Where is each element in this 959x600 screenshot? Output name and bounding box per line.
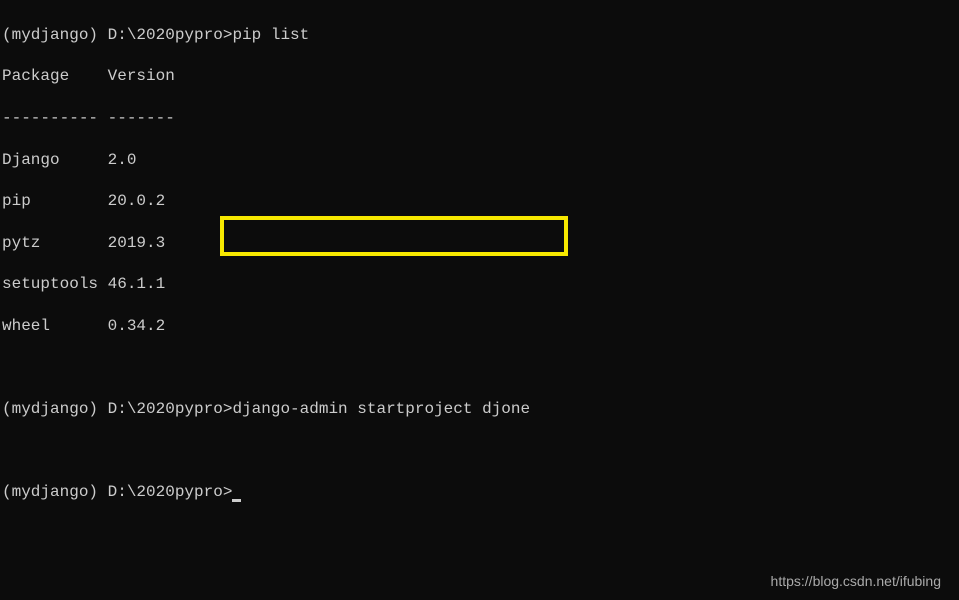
prompt: (mydjango) D:\2020pypro> — [2, 26, 232, 44]
divider: ---------- — [2, 109, 98, 127]
package-version: 2.0 — [98, 151, 136, 169]
package-version: 2019.3 — [98, 234, 165, 252]
command-text: django-admin startproject djone — [232, 400, 530, 418]
prompt: (mydjango) D:\2020pypro> — [2, 483, 232, 501]
package-name: pytz — [2, 234, 98, 252]
table-header-version: Version — [98, 67, 175, 85]
watermark-text: https://blog.csdn.net/ifubing — [771, 572, 941, 590]
terminal-output[interactable]: (mydjango) D:\2020pypro>pip list Package… — [0, 0, 959, 528]
package-name: setuptools — [2, 275, 98, 293]
package-version: 46.1.1 — [98, 275, 165, 293]
package-name: pip — [2, 192, 98, 210]
package-name: wheel — [2, 317, 98, 335]
table-header-package: Package — [2, 67, 98, 85]
divider: ------- — [98, 109, 175, 127]
table-row: pytz 2019.3 — [2, 233, 957, 254]
package-version: 20.0.2 — [98, 192, 165, 210]
cursor-icon — [232, 499, 241, 502]
table-row: wheel 0.34.2 — [2, 316, 957, 337]
package-version: 0.34.2 — [98, 317, 165, 335]
prompt: (mydjango) D:\2020pypro> — [2, 400, 232, 418]
table-row: pip 20.0.2 — [2, 191, 957, 212]
table-row: setuptools 46.1.1 — [2, 274, 957, 295]
package-name: Django — [2, 151, 98, 169]
table-row: Django 2.0 — [2, 150, 957, 171]
command-text: pip list — [232, 26, 309, 44]
